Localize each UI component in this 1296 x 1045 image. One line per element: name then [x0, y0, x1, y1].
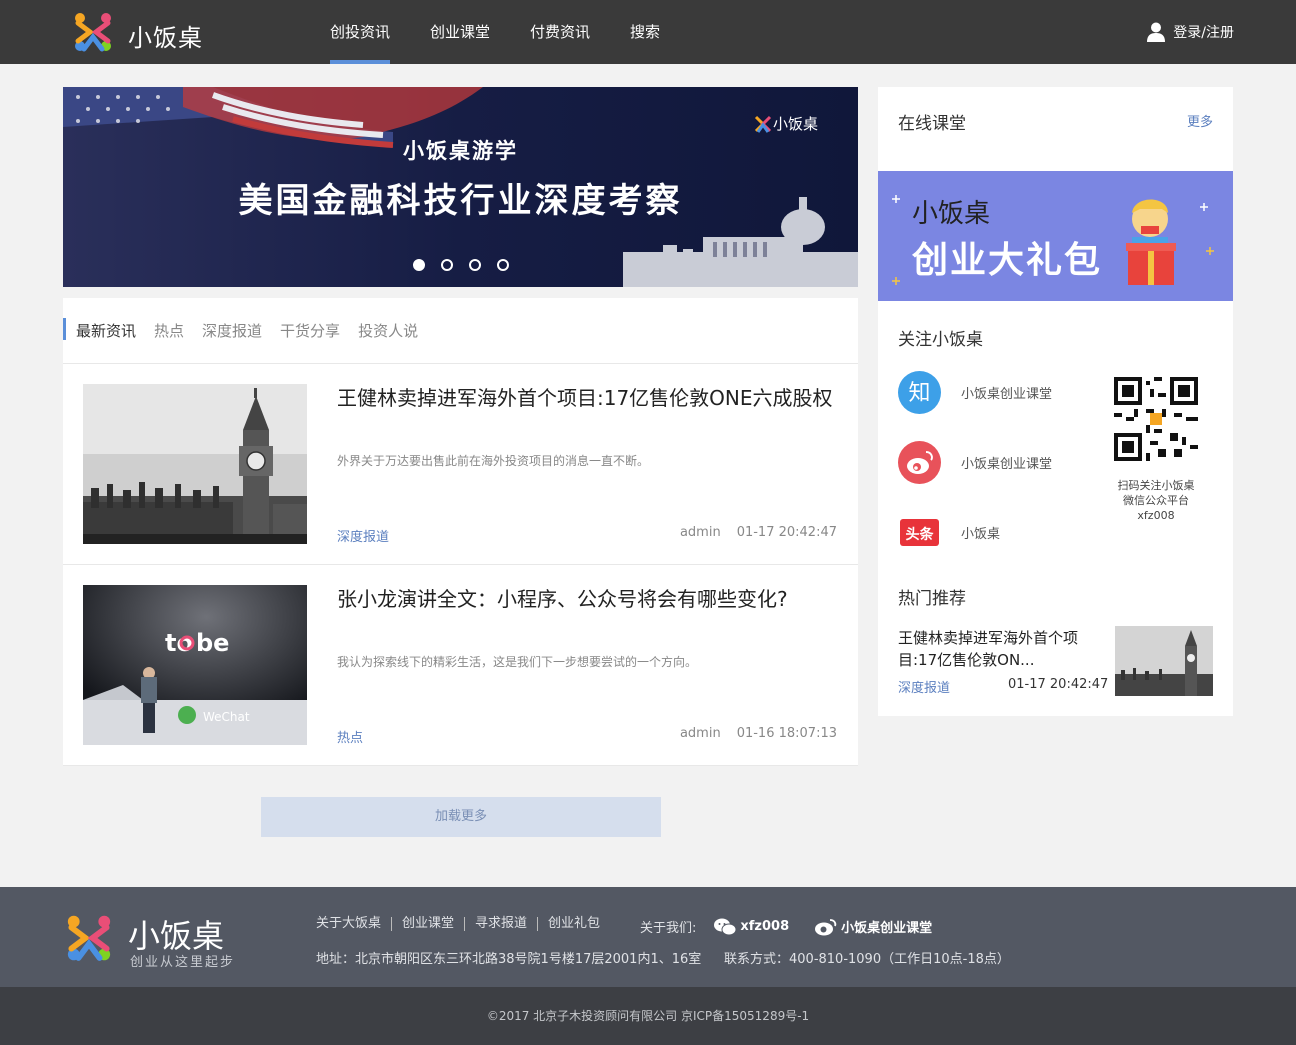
footer-link-report[interactable]: 寻求报道	[464, 917, 537, 931]
svg-text:WeChat: WeChat	[203, 710, 250, 724]
footer-address: 地址：北京市朝阳区东三环北路38号院1号楼17层2001内1、16室	[316, 952, 702, 967]
article-thumbnail[interactable]	[83, 384, 307, 544]
gift-line1: 小饭桌	[912, 199, 991, 229]
follow-heading: 关注小饭桌	[898, 330, 983, 350]
footer: 小饭桌 创业从这里起步 关于大饭桌 创业课堂 寻求报道 创业礼包 关于我们: x…	[0, 887, 1296, 987]
article-card[interactable]: 王健林卖掉进军海外首个项目:17亿售伦敦ONE六成股权 外界关于万达要出售此前在…	[63, 364, 858, 565]
nav-item-search[interactable]: 搜索	[630, 0, 660, 64]
svg-text:知: 知	[908, 381, 930, 406]
article-desc: 外界关于万达要出售此前在海外投资项目的消息一直不断。	[337, 454, 650, 468]
footer-contact: 关于我们: xfz008 小饭桌创业课堂	[640, 917, 932, 936]
follow-toutiao[interactable]: 头条 小饭桌	[898, 511, 1000, 554]
svg-text:be: be	[196, 629, 229, 657]
wechat-id[interactable]: xfz008	[740, 919, 789, 934]
article-title[interactable]: 张小龙演讲全文：小程序、公众号将会有哪些变化?	[337, 585, 837, 614]
gift-line2: 创业大礼包	[912, 240, 1103, 281]
footer-link-gift[interactable]: 创业礼包	[537, 917, 610, 931]
more-link[interactable]: 更多	[1187, 111, 1213, 130]
logo-mark-icon	[67, 915, 111, 961]
tab-in-depth[interactable]: 深度报道	[202, 320, 262, 341]
carousel-dots	[63, 259, 858, 271]
article-card[interactable]: to be WeChat 张小龙演讲全文：小程序、公众号将会有哪些变化? 我认为…	[63, 565, 858, 766]
wechat-icon	[714, 918, 737, 935]
carousel-dot[interactable]	[412, 259, 425, 271]
copyright: ©2017 北京子木投资顾问有限公司 京ICP备15051289号-1	[0, 987, 1296, 1045]
footer-link-about[interactable]: 关于大饭桌	[316, 917, 391, 931]
follow-label: 小饭桌创业课堂	[961, 457, 1053, 472]
weibo-icon	[898, 441, 941, 484]
logo-text: 小饭桌	[128, 24, 203, 52]
svg-text:头条: 头条	[906, 526, 935, 543]
login-label: 登录/注册	[1173, 25, 1234, 41]
article-time: 01-17 20:42:47	[736, 525, 837, 540]
tab-investor[interactable]: 投资人说	[358, 320, 418, 341]
footer-phone: 联系方式：400-810-1090（工作日10点-18点）	[724, 952, 1010, 967]
article-author: admin	[679, 726, 721, 741]
footer-link-courses[interactable]: 创业课堂	[391, 917, 464, 931]
nav-item-paid[interactable]: 付费资讯	[530, 0, 590, 64]
hot-item-time: 01-17 20:42:47	[1008, 677, 1109, 692]
svg-text:to: to	[165, 629, 193, 657]
follow-label: 小饭桌创业课堂	[961, 387, 1053, 402]
banner-subtitle: 小饭桌游学	[403, 139, 518, 163]
courses-heading: 在线课堂	[898, 114, 966, 134]
qr-caption: 扫码关注小饭桌 微信公众平台 xfz008	[1104, 478, 1208, 523]
article-category[interactable]: 深度报道	[337, 526, 389, 545]
hot-item-title[interactable]: 王健林卖掉进军海外首个项目:17亿售伦敦ON...	[898, 627, 1103, 671]
article-meta: admin 01-16 18:07:13	[664, 726, 837, 741]
nav-item-courses[interactable]: 创业课堂	[430, 0, 490, 64]
news-feed: 最新资讯 热点 深度报道 干货分享 投资人说 王健林卖掉进军海外首个项目:17亿…	[63, 298, 858, 766]
article-time: 01-16 18:07:13	[736, 726, 837, 741]
feed-tabs: 最新资讯 热点 深度报道 干货分享 投资人说	[63, 298, 858, 364]
load-more-button[interactable]: 加载更多	[261, 797, 661, 837]
stage-speech-image: to be WeChat	[83, 585, 307, 745]
site-logo[interactable]: 小饭桌	[70, 9, 220, 55]
qr-caption-line: 扫码关注小饭桌	[1117, 479, 1195, 492]
tab-practical[interactable]: 干货分享	[280, 320, 340, 341]
gift-pack-banner[interactable]: 小饭桌 创业大礼包	[878, 171, 1233, 301]
article-meta: admin 01-17 20:42:47	[664, 525, 837, 540]
hot-item-thumbnail[interactable]	[1115, 626, 1213, 696]
login-button[interactable]: 登录/注册	[1147, 0, 1234, 64]
about-label: 关于我们:	[640, 921, 697, 936]
qr-code-icon	[1114, 377, 1198, 461]
banner-carousel[interactable]: 小饭桌 小饭桌游学 美国金融科技行业深度考察	[63, 87, 858, 287]
carousel-dot[interactable]	[440, 259, 453, 271]
qr-caption-line: 微信公众平台	[1123, 494, 1189, 507]
weibo-account[interactable]: 小饭桌创业课堂	[841, 917, 932, 936]
logo-mark-icon	[75, 13, 111, 52]
nav-item-news[interactable]: 创投资讯	[330, 0, 391, 64]
tab-hot[interactable]: 热点	[154, 320, 184, 341]
footer-slogan: 创业从这里起步	[130, 955, 236, 970]
toutiao-icon: 头条	[900, 519, 939, 546]
carousel-dot[interactable]	[496, 259, 509, 271]
article-thumbnail[interactable]: to be WeChat	[83, 585, 307, 745]
top-header: 小饭桌 创投资讯 创业课堂 付费资讯 搜索 登录/注册	[0, 0, 1296, 64]
hot-heading: 热门推荐	[898, 589, 966, 609]
follow-weibo[interactable]: 小饭桌创业课堂	[898, 441, 1052, 484]
carousel-dot[interactable]	[468, 259, 481, 271]
footer-links: 关于大饭桌 创业课堂 寻求报道 创业礼包	[316, 917, 610, 931]
follow-label: 小饭桌	[961, 527, 1001, 542]
banner-title: 美国金融科技行业深度考察	[238, 181, 683, 221]
zhihu-icon: 知	[898, 371, 941, 414]
hot-item-category[interactable]: 深度报道	[898, 677, 950, 696]
article-category[interactable]: 热点	[337, 727, 363, 746]
qr-caption-line: xfz008	[1137, 509, 1175, 522]
article-desc: 我认为探索线下的精彩生活，这是我们下一步想要尝试的一个方向。	[337, 655, 698, 669]
sidebar: 在线课堂 更多 小饭桌 创业大礼包 关注小饭桌 知 小饭桌创业课堂 小饭桌创业课…	[878, 87, 1233, 716]
tab-latest[interactable]: 最新资讯	[76, 320, 136, 341]
user-icon	[1147, 22, 1166, 42]
article-title[interactable]: 王健林卖掉进军海外首个项目:17亿售伦敦ONE六成股权	[337, 384, 837, 413]
main-nav: 创投资讯 创业课堂 付费资讯 搜索	[330, 0, 700, 64]
big-ben-image	[1115, 626, 1213, 696]
follow-zhihu[interactable]: 知 小饭桌创业课堂	[898, 371, 1052, 414]
big-ben-image	[83, 384, 307, 544]
banner-logo-text: 小饭桌	[773, 115, 819, 133]
banner-logo-icon	[754, 115, 772, 133]
article-author: admin	[679, 525, 721, 540]
weibo-icon	[815, 918, 837, 935]
banner-logo: 小饭桌	[753, 113, 818, 134]
